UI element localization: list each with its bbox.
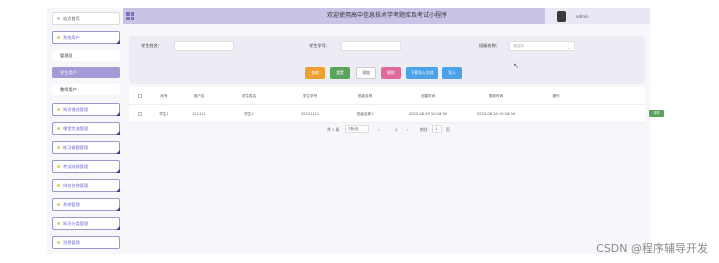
page-size-select[interactable]: 7条/页 bbox=[345, 125, 369, 133]
corner-marker-icon bbox=[116, 207, 120, 211]
sidebar-item-system-users[interactable]: 系统用户 bbox=[52, 31, 120, 44]
gear-icon bbox=[57, 203, 60, 206]
sidebar-item-label: 学生用户 bbox=[60, 69, 77, 75]
mouse-cursor-icon: ↖ bbox=[513, 62, 519, 70]
corner-marker-icon bbox=[116, 188, 120, 192]
sidebar-item-messages[interactable]: 消息管理 bbox=[52, 236, 120, 249]
user-menu[interactable]: admin bbox=[545, 8, 650, 24]
page-title: 欢迎使用高中信息技术学考题库及考试小程序 bbox=[327, 12, 448, 19]
import-button[interactable]: 导入 bbox=[442, 67, 462, 79]
corner-marker-icon bbox=[116, 150, 120, 154]
table-cell: 111111 bbox=[192, 112, 206, 116]
corner-marker-icon bbox=[116, 112, 120, 116]
chat-icon bbox=[57, 127, 60, 130]
sidebar-item-system[interactable]: 系统管理 bbox=[52, 198, 120, 211]
class-select-placeholder: 请选择 bbox=[513, 44, 524, 48]
column-header: 操作 bbox=[552, 94, 560, 98]
sidebar-subitem-students[interactable]: 学生用户 bbox=[52, 67, 120, 78]
top-bar: 欢迎使用高中信息技术学考题库及考试小程序 admin bbox=[123, 8, 650, 24]
sidebar-item-label: 管理员 bbox=[60, 52, 73, 58]
corner-marker-icon bbox=[116, 40, 120, 44]
table-header: 序号 用户名 学生姓名 学生学号 班级名称 创建时间 更新时间 操作 bbox=[129, 87, 645, 105]
sidebar-item-categories[interactable]: 知识分类管理 bbox=[52, 217, 120, 230]
sidebar-subitem-teachers[interactable]: 教师用户 bbox=[52, 84, 120, 95]
user-icon bbox=[57, 36, 60, 39]
sidebar-item-label: 知识分类管理 bbox=[63, 220, 89, 226]
table-cell: 2023-08-29 10:18:34 bbox=[476, 112, 516, 116]
column-header: 序号 bbox=[160, 94, 168, 98]
sidebar-item-label: 消息管理 bbox=[63, 239, 80, 245]
student-name-label: 学生姓名： bbox=[141, 43, 162, 48]
table-cell: 学生1 bbox=[244, 112, 254, 116]
add-button[interactable]: 添加 bbox=[356, 67, 376, 79]
current-page[interactable]: 1 bbox=[395, 127, 397, 132]
avatar bbox=[557, 10, 566, 22]
sidebar-item-ranking[interactable]: 排名名称管理 bbox=[52, 179, 120, 192]
corner-marker-icon bbox=[116, 226, 120, 230]
sidebar-item-label: 课堂交流管理 bbox=[63, 125, 89, 131]
student-id-input[interactable] bbox=[341, 41, 401, 51]
students-table: 序号 用户名 学生姓名 学生学号 班级名称 创建时间 更新时间 操作 学生1 1… bbox=[129, 87, 664, 123]
corner-marker-icon bbox=[116, 169, 120, 173]
prev-page-icon[interactable]: ‹ bbox=[378, 127, 380, 132]
column-header: 创建时间 bbox=[420, 94, 436, 98]
table-cell: 20221111 bbox=[300, 112, 320, 116]
watermark: CSDN @程序辅导开发 bbox=[596, 242, 708, 255]
download-template-button[interactable]: 下载导入文档 bbox=[406, 67, 438, 79]
class-name-select[interactable]: 请选择 ⌄ bbox=[509, 41, 575, 51]
score-icon bbox=[57, 165, 60, 168]
sidebar-item-knowledge[interactable]: 知识描述管理 bbox=[52, 103, 120, 116]
reset-button[interactable]: 重置 bbox=[330, 67, 350, 79]
class-name-label: 班级名称： bbox=[479, 43, 500, 48]
folder-icon bbox=[57, 222, 60, 225]
student-id-label: 学生学号： bbox=[309, 43, 330, 48]
detail-button[interactable]: 详情 bbox=[649, 110, 664, 117]
pagination-total: 共 1 条 bbox=[327, 127, 340, 132]
goto-label: 前往 bbox=[420, 127, 428, 132]
student-name-input[interactable] bbox=[174, 41, 234, 51]
app-window: 站点首页 系统用户 管理员 学生用户 教师用户 知识描述管理 课堂交流管理 练习… bbox=[47, 8, 664, 254]
search-button[interactable]: 查询 bbox=[305, 67, 325, 79]
book-icon bbox=[57, 108, 60, 111]
sidebar-item-label: 知识描述管理 bbox=[63, 106, 89, 112]
chevron-down-icon: ⌄ bbox=[567, 45, 571, 50]
menu-grid-icon[interactable] bbox=[126, 12, 134, 20]
username: admin bbox=[576, 13, 589, 19]
table-cell: 班级名称1 bbox=[356, 112, 374, 116]
sidebar: 站点首页 系统用户 管理员 学生用户 教师用户 知识描述管理 课堂交流管理 练习… bbox=[47, 8, 123, 254]
sidebar-item-home[interactable]: 站点首页 bbox=[52, 12, 120, 25]
corner-marker-icon bbox=[116, 131, 120, 135]
table-row: 学生1 111111 学生1 20221111 班级名称1 2023-08-29… bbox=[129, 105, 664, 123]
column-header: 更新时间 bbox=[488, 94, 504, 98]
sidebar-item-practice[interactable]: 练习做题管理 bbox=[52, 141, 120, 154]
goto-page-input[interactable]: 1 bbox=[432, 125, 442, 133]
sidebar-item-label: 排名名称管理 bbox=[63, 182, 89, 188]
column-header: 用户名 bbox=[193, 94, 205, 98]
message-icon bbox=[57, 241, 60, 244]
sidebar-item-label: 站点首页 bbox=[63, 15, 80, 21]
sidebar-subitem-admin[interactable]: 管理员 bbox=[52, 50, 120, 61]
column-header: 学生姓名 bbox=[241, 94, 257, 98]
column-header: 学生学号 bbox=[302, 94, 318, 98]
select-all-checkbox[interactable] bbox=[138, 94, 142, 98]
sidebar-item-label: 教师用户 bbox=[60, 86, 77, 92]
row-checkbox[interactable] bbox=[138, 112, 142, 116]
sidebar-item-label: 系统管理 bbox=[63, 201, 80, 207]
home-icon bbox=[57, 17, 60, 20]
table-cell: 2023-08-29 10:18:34 bbox=[408, 112, 448, 116]
pencil-icon bbox=[57, 146, 60, 149]
next-page-icon[interactable]: › bbox=[407, 127, 409, 132]
sidebar-item-discussion[interactable]: 课堂交流管理 bbox=[52, 122, 120, 135]
column-header: 班级名称 bbox=[357, 94, 373, 98]
sidebar-item-scores[interactable]: 考试成绩管理 bbox=[52, 160, 120, 173]
sidebar-item-label: 练习做题管理 bbox=[63, 144, 89, 150]
sidebar-item-label: 考试成绩管理 bbox=[63, 163, 89, 169]
table-cell: 学生1 bbox=[159, 112, 169, 116]
delete-button[interactable]: 删除 bbox=[381, 67, 401, 79]
sidebar-item-label: 系统用户 bbox=[63, 34, 80, 40]
ranking-icon bbox=[57, 184, 60, 187]
page-suffix: 页 bbox=[446, 127, 450, 132]
